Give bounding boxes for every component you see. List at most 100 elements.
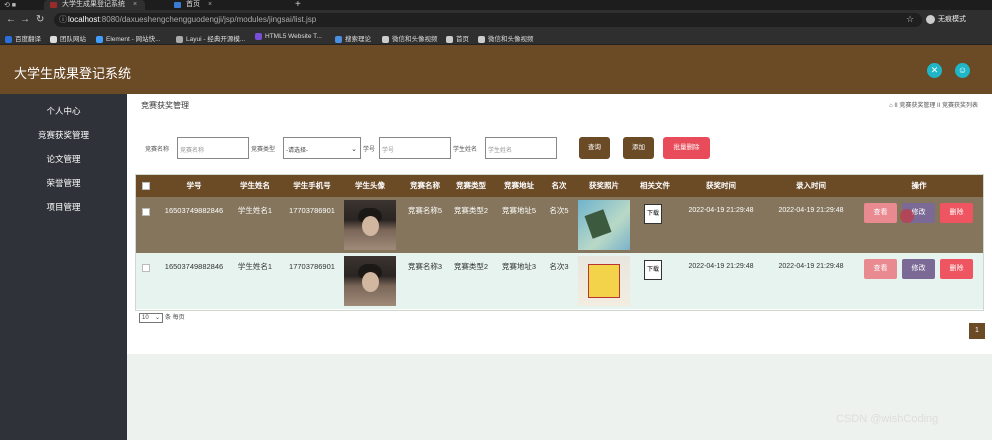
cell-phone: 17703786901 bbox=[289, 206, 335, 215]
column-header[interactable]: 获奖时间 bbox=[678, 175, 764, 197]
sidebar-item-papers[interactable]: 论文管理 bbox=[0, 148, 127, 170]
column-header[interactable]: 操作 bbox=[858, 175, 980, 197]
column-header[interactable]: 相关文件 bbox=[632, 175, 678, 197]
browser-tab-strip: ⟲ ■ 大学生成果登记系统 × 首页 × + bbox=[0, 0, 992, 10]
student-avatar-image[interactable] bbox=[344, 200, 396, 250]
bookmark-item[interactable]: 百度翻译 bbox=[5, 33, 41, 43]
close-icon[interactable]: × bbox=[133, 1, 137, 8]
page-number-button[interactable]: 1 bbox=[969, 323, 985, 339]
url-host: localhost bbox=[68, 15, 100, 24]
table-row[interactable]: 16503749882846 学生姓名1 17703786901 竞赛名称5 竞… bbox=[136, 197, 983, 253]
view-button[interactable]: 查看 bbox=[864, 259, 897, 279]
bookmark-item[interactable]: 搜索理论 bbox=[335, 33, 371, 43]
app-title: 大学生成果登记系统 bbox=[14, 66, 132, 81]
student-name-input[interactable]: 学生姓名 bbox=[485, 137, 557, 159]
watermark: CSDN @wishCoding bbox=[836, 413, 939, 425]
column-header[interactable]: 学号 bbox=[162, 175, 226, 197]
competition-name-input[interactable]: 竞赛名称 bbox=[177, 137, 249, 159]
user-icon[interactable]: ☺ bbox=[955, 63, 970, 78]
column-header[interactable]: 学生手机号 bbox=[284, 175, 340, 197]
close-icon[interactable]: × bbox=[208, 1, 212, 8]
sidebar-item-projects[interactable]: 项目管理 bbox=[0, 196, 127, 218]
fullscreen-icon[interactable]: ✕ bbox=[927, 63, 942, 78]
page-size-select[interactable]: 10 ⌄ bbox=[139, 313, 163, 323]
bookmark-label: 微信和头像视频 bbox=[392, 36, 438, 43]
bookmark-icon bbox=[96, 35, 103, 43]
bookmarks-bar: 百度翻译 团队网站 Element - 网站快... Layui - 经典开源模… bbox=[0, 30, 992, 45]
url-field[interactable]: ⓘ localhost:8080/daxueshengchengguodengj… bbox=[54, 13, 922, 27]
student-avatar-image[interactable] bbox=[344, 256, 396, 306]
cell-competition-address: 竞赛地址5 bbox=[501, 206, 537, 215]
mouse-cursor-icon bbox=[900, 209, 914, 223]
sidebar-item-profile[interactable]: 个人中心 bbox=[0, 100, 127, 122]
column-header[interactable]: 名次 bbox=[544, 175, 574, 197]
forward-icon[interactable]: → bbox=[20, 14, 30, 25]
award-photo-image[interactable] bbox=[578, 200, 630, 250]
select-all-checkbox[interactable] bbox=[142, 182, 150, 190]
column-header[interactable]: 竞赛地址 bbox=[494, 175, 544, 197]
back-icon[interactable]: ← bbox=[6, 14, 16, 25]
bookmark-item[interactable]: 微信和头像视频 bbox=[478, 33, 534, 43]
student-id-input[interactable]: 学号 bbox=[379, 137, 451, 159]
new-tab-button[interactable]: + bbox=[295, 0, 301, 10]
bookmark-icon bbox=[176, 35, 183, 43]
filter-bar: 竞赛名称 竞赛名称 竞赛类型 -请选择- ⌄ 学号 学号 学生姓名 学生姓名 查询… bbox=[141, 137, 710, 161]
bookmark-icon bbox=[335, 35, 342, 43]
cell-rank: 名次5 bbox=[549, 206, 569, 215]
filter-label: 学号 bbox=[363, 147, 376, 153]
tab-active[interactable]: 大学生成果登记系统 × bbox=[44, 0, 146, 10]
reload-icon[interactable]: ↻ bbox=[36, 14, 44, 25]
bookmark-label: Element - 网站快... bbox=[106, 36, 161, 43]
window-menu-icon[interactable]: ⟲ ■ bbox=[4, 1, 16, 9]
main-content: 竞赛获奖管理 ⌂ II 竞赛获奖管理 II 竞赛获奖列表 竞赛名称 竞赛名称 竞… bbox=[127, 94, 992, 440]
tab-home[interactable]: 首页 × bbox=[168, 0, 220, 10]
table-row[interactable]: 16503749882846 学生姓名1 17703786901 竞赛名称3 竞… bbox=[136, 253, 983, 309]
column-header[interactable]: 学生姓名 bbox=[226, 175, 284, 197]
bookmark-item[interactable]: 微信和头像视频 bbox=[382, 33, 438, 43]
add-button[interactable]: 添加 bbox=[623, 137, 654, 159]
download-file-button[interactable]: 下载 bbox=[644, 260, 662, 280]
page-size-control: 10 ⌄ 条 每页 bbox=[139, 312, 185, 323]
page-size-value: 10 bbox=[142, 315, 149, 321]
bookmark-item[interactable]: 团队网站 bbox=[50, 33, 86, 43]
sidebar-item-honors[interactable]: 荣誉管理 bbox=[0, 172, 127, 194]
award-photo-image[interactable] bbox=[578, 256, 630, 306]
row-checkbox[interactable] bbox=[142, 208, 150, 216]
tab-label: 大学生成果登记系统 bbox=[62, 1, 125, 8]
incognito-icon bbox=[926, 14, 935, 24]
sidebar-item-competition[interactable]: 竞赛获奖管理 bbox=[0, 124, 127, 146]
bookmark-label: 微信和头像视频 bbox=[488, 36, 534, 43]
column-header[interactable]: 获奖照片 bbox=[576, 175, 632, 197]
search-button[interactable]: 查询 bbox=[579, 137, 610, 159]
info-icon[interactable]: ⓘ bbox=[59, 13, 67, 27]
column-header[interactable]: 竞赛名称 bbox=[402, 175, 448, 197]
bookmark-icon bbox=[50, 35, 57, 43]
delete-button[interactable]: 删除 bbox=[940, 259, 973, 279]
cell-phone: 17703786901 bbox=[289, 262, 335, 271]
bookmark-star-icon[interactable]: ☆ bbox=[906, 14, 914, 25]
delete-button[interactable]: 删除 bbox=[940, 203, 973, 223]
column-header[interactable]: 竞赛类型 bbox=[448, 175, 494, 197]
bookmark-label: 首页 bbox=[456, 36, 469, 43]
bookmark-item[interactable]: 首页 bbox=[446, 33, 469, 43]
table-header: 学号 学生姓名 学生手机号 学生头像 竞赛名称 竞赛类型 竞赛地址 名次 获奖照… bbox=[136, 175, 983, 197]
edit-button[interactable]: 修改 bbox=[902, 259, 935, 279]
per-page-label: 条 每页 bbox=[165, 315, 185, 321]
breadcrumb[interactable]: ⌂ II 竞赛获奖管理 II 竞赛获奖列表 bbox=[889, 100, 978, 109]
view-button[interactable]: 查看 bbox=[864, 203, 897, 223]
column-header[interactable]: 录入时间 bbox=[766, 175, 856, 197]
batch-delete-button[interactable]: 批量删除 bbox=[663, 137, 710, 159]
row-checkbox[interactable] bbox=[142, 264, 150, 272]
bookmark-icon bbox=[255, 33, 262, 40]
column-header[interactable]: 学生头像 bbox=[342, 175, 398, 197]
competition-type-select[interactable]: -请选择- ⌄ bbox=[283, 137, 361, 159]
bookmark-item[interactable]: Element - 网站快... bbox=[96, 33, 161, 43]
cell-student-id: 16503749882846 bbox=[164, 262, 224, 271]
profile-button[interactable]: 无痕模式 bbox=[926, 14, 966, 24]
bookmark-label: 团队网站 bbox=[60, 36, 86, 43]
cell-student-id: 16503749882846 bbox=[164, 206, 224, 215]
download-file-button[interactable]: 下载 bbox=[644, 204, 662, 224]
cell-competition-address: 竞赛地址3 bbox=[501, 262, 537, 271]
bookmark-item[interactable]: HTML5 Website T... bbox=[255, 33, 322, 40]
bookmark-item[interactable]: Layui - 经典开源模... bbox=[176, 33, 245, 43]
